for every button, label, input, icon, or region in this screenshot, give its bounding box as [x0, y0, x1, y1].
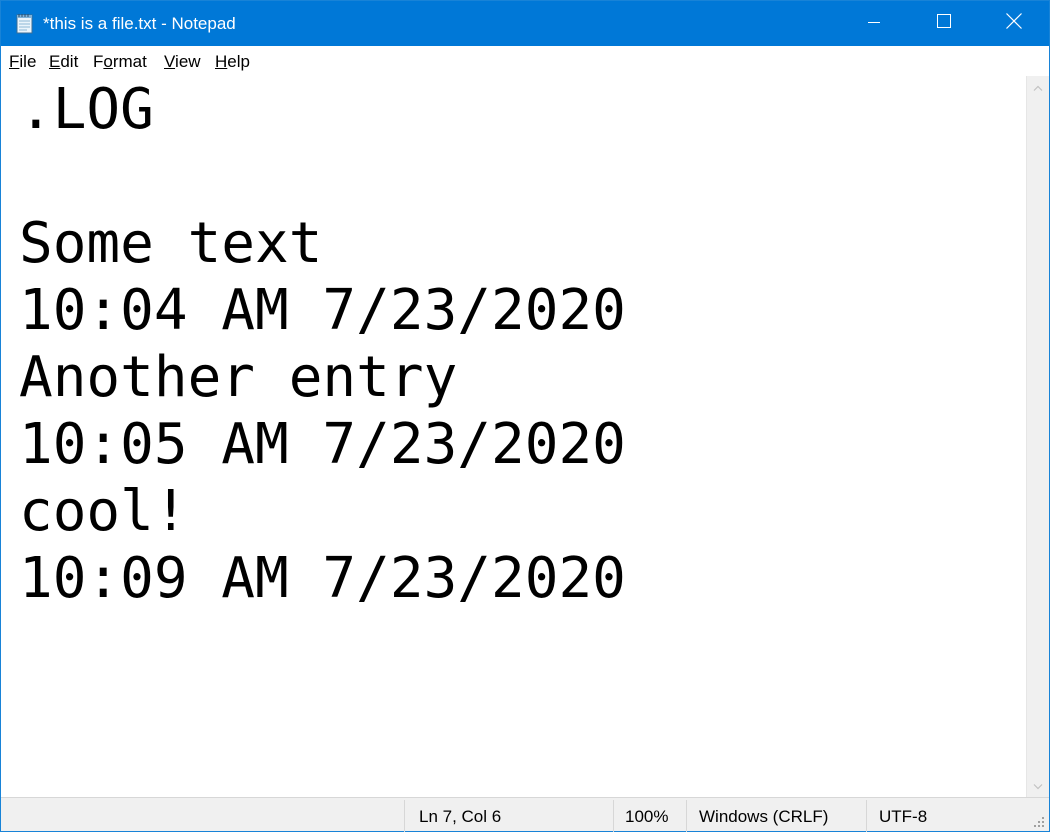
- chevron-up-icon: [1033, 78, 1043, 96]
- status-divider: [613, 800, 614, 832]
- status-cursor-position: Ln 7, Col 6: [419, 807, 502, 826]
- status-divider: [404, 800, 405, 832]
- notepad-icon[interactable]: [14, 12, 36, 34]
- editor-line: 10:09 AM 7/23/2020: [19, 546, 626, 611]
- menu-file-access-key: F: [9, 52, 20, 71]
- minimize-button[interactable]: [839, 1, 909, 46]
- status-divider: [866, 800, 867, 832]
- menu-file[interactable]: File: [9, 52, 36, 72]
- menu-view-access-key: V: [164, 52, 176, 71]
- window-title: *this is a file.txt - Notepad: [43, 14, 236, 33]
- status-bar: Ln 7, Col 6 100% Windows (CRLF) UTF-8: [1, 797, 1049, 832]
- editor-line: .LOG: [19, 77, 154, 142]
- editor-line: 10:04 AM 7/23/2020: [19, 278, 626, 343]
- status-divider: [686, 800, 687, 832]
- close-button[interactable]: [979, 1, 1049, 46]
- chevron-down-icon: [1033, 777, 1043, 795]
- menu-format-access-key: o: [103, 52, 113, 71]
- status-encoding: UTF-8: [879, 807, 928, 826]
- menu-help-access-key: H: [215, 52, 228, 71]
- resize-grip-icon[interactable]: [1031, 814, 1045, 828]
- status-zoom: 100%: [625, 807, 669, 826]
- maximize-button[interactable]: [909, 1, 979, 46]
- notepad-window: *this is a file.txt - Notepad File Edit …: [0, 0, 1050, 832]
- menu-bar: File Edit Format View Help: [1, 46, 1049, 76]
- editor-line: 10:05 AM 7/23/2020: [19, 412, 626, 477]
- menu-help[interactable]: Help: [215, 52, 250, 72]
- close-icon: [1006, 13, 1022, 34]
- minimize-icon: [868, 15, 880, 33]
- editor-line: Another entry: [19, 345, 458, 410]
- status-line-ending: Windows (CRLF): [699, 807, 829, 826]
- vertical-scrollbar[interactable]: [1026, 76, 1049, 797]
- title-bar[interactable]: *this is a file.txt - Notepad: [1, 1, 1049, 46]
- maximize-icon: [937, 14, 951, 33]
- editor-line: Some text: [19, 211, 323, 276]
- scroll-down-button[interactable]: [1027, 775, 1049, 797]
- menu-edit[interactable]: Edit: [49, 52, 78, 72]
- editor-line: cool!: [19, 479, 188, 544]
- menu-format[interactable]: Format: [93, 52, 147, 72]
- menu-view[interactable]: View: [164, 52, 201, 72]
- text-editor[interactable]: .LOG Some text 10:04 AM 7/23/2020 Anothe…: [1, 76, 1026, 797]
- scroll-up-button[interactable]: [1027, 76, 1049, 98]
- menu-edit-access-key: E: [49, 52, 61, 71]
